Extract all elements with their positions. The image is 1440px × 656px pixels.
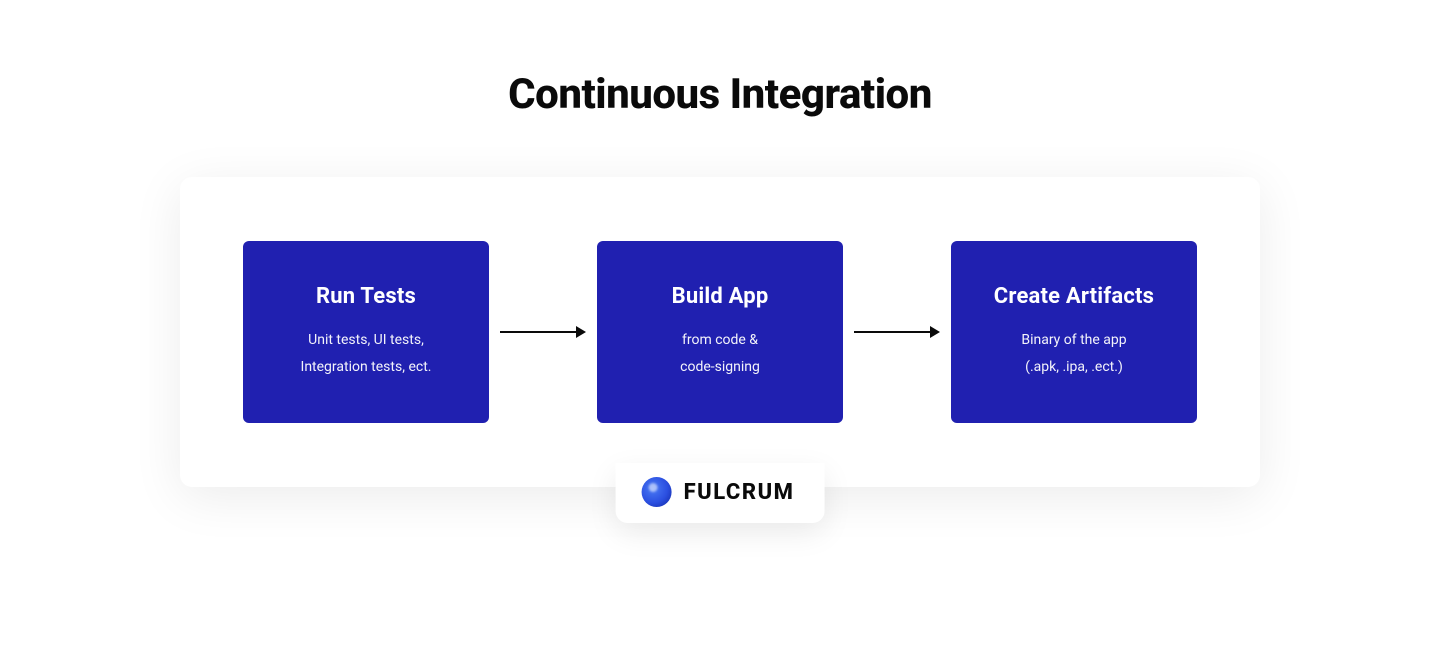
step-create-artifacts: Create Artifacts Binary of the app (.apk… [951,241,1197,423]
diagram-title: Continuous Integration [508,70,932,119]
step-title: Build App [672,284,769,309]
brand-name: FULCRUM [684,480,795,505]
arrow-icon [843,323,951,341]
step-title: Run Tests [316,284,416,309]
step-title: Create Artifacts [994,284,1154,309]
step-build-app: Build App from code & code-signing [597,241,843,423]
step-description-line: code-signing [680,354,760,381]
brand-badge: FULCRUM [616,463,825,523]
flow-container: Run Tests Unit tests, UI tests, Integrat… [180,177,1260,487]
step-run-tests: Run Tests Unit tests, UI tests, Integrat… [243,241,489,423]
step-description-line: Binary of the app [1021,327,1126,354]
step-description-line: Integration tests, ect. [301,354,432,381]
fulcrum-logo-icon [642,477,672,507]
step-description-line: Unit tests, UI tests, [308,327,424,354]
step-description-line: (.apk, .ipa, .ect.) [1025,354,1123,381]
arrow-icon [489,323,597,341]
step-description-line: from code & [682,327,758,354]
